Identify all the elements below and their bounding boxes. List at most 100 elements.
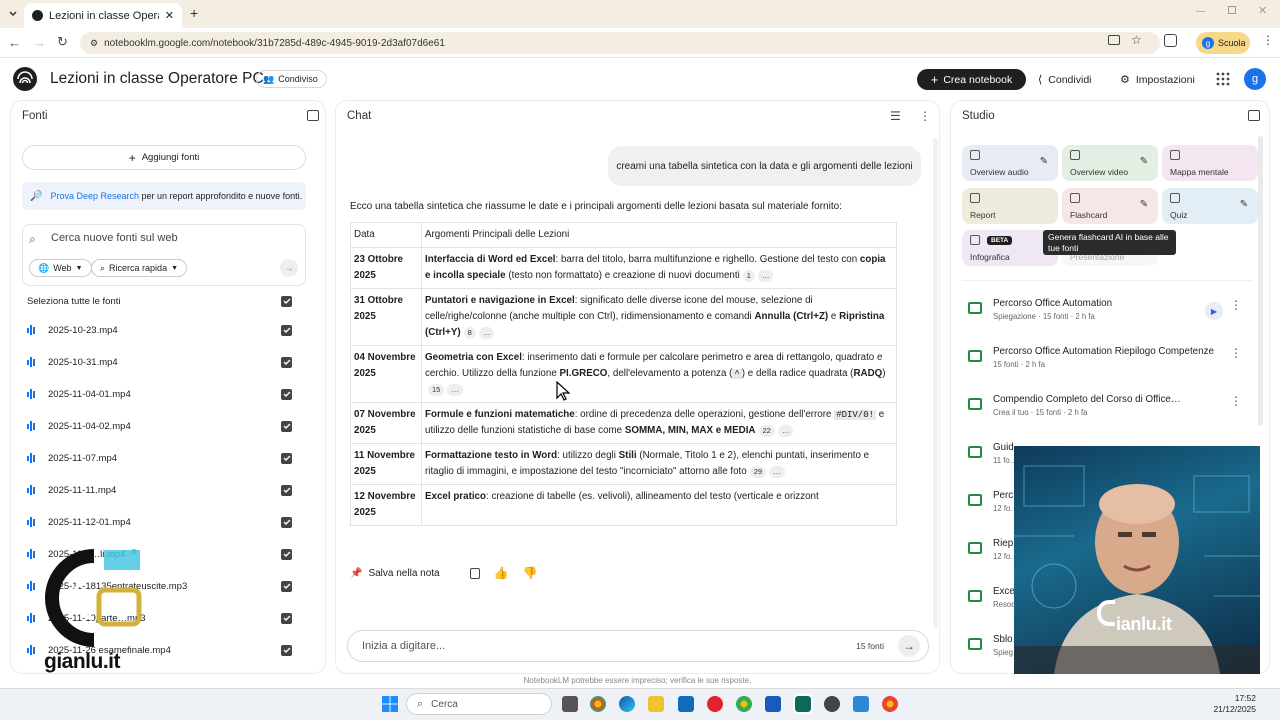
chrome-profile-icon[interactable]: [736, 696, 752, 712]
task-view-icon[interactable]: [562, 696, 578, 712]
copy-icon[interactable]: [469, 567, 480, 579]
word-icon[interactable]: [765, 696, 781, 712]
collapse-panel-icon[interactable]: [307, 110, 319, 121]
source-item[interactable]: 2025-10-31.mp4: [27, 352, 307, 372]
select-all-checkbox[interactable]: [281, 295, 292, 307]
select-all-row[interactable]: Seleziona tutte le fonti: [27, 291, 307, 311]
edit-pencil-icon[interactable]: ✎: [1238, 198, 1250, 210]
source-item[interactable]: 2025-11-04-02.mp4: [27, 416, 307, 436]
citation-badge[interactable]: 8: [463, 327, 476, 339]
opera-icon[interactable]: [707, 696, 723, 712]
video-overview-tile[interactable]: Overview video ✎: [1062, 145, 1158, 181]
collapse-studio-icon[interactable]: [1248, 110, 1260, 121]
chrome-alt-icon[interactable]: [882, 696, 898, 712]
submit-search-button[interactable]: →: [280, 259, 298, 277]
back-icon[interactable]: ←: [8, 35, 21, 50]
minimize-icon[interactable]: —: [1196, 6, 1206, 17]
notebooklm-logo-icon[interactable]: [13, 67, 37, 91]
address-bar[interactable]: ⚙ notebooklm.google.com/notebook/31b7285…: [80, 32, 1160, 54]
close-window-icon[interactable]: ✕: [1258, 4, 1267, 17]
edit-pencil-icon[interactable]: ✎: [1138, 198, 1150, 210]
source-checkbox[interactable]: [281, 644, 292, 656]
bookmark-star-icon[interactable]: ☆: [1131, 33, 1142, 47]
source-checkbox[interactable]: [281, 484, 292, 496]
source-checkbox[interactable]: [281, 612, 292, 624]
share-button[interactable]: ⟨ Condividi: [1032, 69, 1098, 90]
save-note-button[interactable]: 📌 Salva nella nota: [350, 568, 440, 579]
source-checkbox[interactable]: [281, 580, 292, 592]
note-menu-icon[interactable]: ⋮: [1230, 298, 1242, 312]
citation-badge[interactable]: 15: [428, 384, 445, 396]
note-menu-icon[interactable]: ⋮: [1230, 346, 1242, 360]
taskbar-search[interactable]: ⌕ Cerca: [406, 693, 552, 715]
source-item[interactable]: 2025-10-23.mp4: [27, 320, 307, 340]
source-item[interactable]: 2025-11-11.mp4: [27, 480, 307, 500]
edge-icon[interactable]: [619, 696, 635, 712]
add-sources-button[interactable]: + Aggiungi fonti: [22, 145, 306, 170]
maximize-icon[interactable]: [1228, 6, 1236, 14]
flashcard-tile[interactable]: Flashcard ✎: [1062, 188, 1158, 224]
source-checkbox[interactable]: [281, 516, 292, 528]
chrome-icon[interactable]: [590, 696, 606, 712]
play-icon[interactable]: ▶: [1205, 302, 1223, 320]
chat-input[interactable]: Inizia a digitare... 15 fonti →: [347, 630, 929, 662]
citation-badge[interactable]: 22: [758, 425, 775, 437]
profile-chip[interactable]: g Scuola: [1196, 32, 1250, 54]
quiz-tile[interactable]: Quiz ✎: [1162, 188, 1258, 224]
thumbs-down-icon[interactable]: 👎: [523, 566, 538, 580]
source-checkbox[interactable]: [281, 324, 292, 336]
source-checkbox[interactable]: [281, 420, 292, 432]
source-checkbox[interactable]: [281, 452, 292, 464]
site-info-icon[interactable]: ⚙: [90, 38, 98, 49]
close-tab-icon[interactable]: ✕: [165, 9, 174, 22]
web-chip[interactable]: 🌐 Web ▼: [29, 259, 92, 277]
forward-icon[interactable]: →: [33, 35, 46, 50]
notes-app-icon[interactable]: [793, 694, 813, 714]
citation-badge[interactable]: 1: [742, 270, 755, 282]
source-item[interactable]: 2025-11-12-01.mp4: [27, 512, 307, 532]
fast-search-chip[interactable]: ⌕ Ricerca rapida ▼: [91, 259, 188, 277]
file-explorer-icon[interactable]: [648, 696, 664, 712]
shared-badge[interactable]: 👥 Condiviso: [256, 70, 327, 88]
report-tile[interactable]: Report: [962, 188, 1058, 224]
source-item[interactable]: 2025-11-04-01.mp4: [27, 384, 307, 404]
new-tab-icon[interactable]: +: [190, 5, 198, 21]
audio-overview-tile[interactable]: Overview audio ✎: [962, 145, 1058, 181]
more-citations-badge[interactable]: …: [777, 425, 794, 437]
source-checkbox[interactable]: [281, 388, 292, 400]
studio-note-item[interactable]: Compendio Completo del Corso di Office… C…: [962, 394, 1252, 434]
apps-grid-icon[interactable]: [1216, 72, 1230, 86]
reload-icon[interactable]: ↻: [57, 34, 68, 50]
obs-icon[interactable]: [824, 696, 840, 712]
outlook-icon[interactable]: [678, 696, 694, 712]
more-citations-badge[interactable]: …: [478, 327, 495, 339]
thumbs-up-icon[interactable]: 👍: [494, 566, 509, 580]
source-item[interactable]: 2025-11-07.mp4: [27, 448, 307, 468]
studio-note-item[interactable]: Percorso Office Automation Riepilogo Com…: [962, 346, 1252, 386]
send-button[interactable]: →: [898, 635, 920, 657]
account-avatar[interactable]: g: [1244, 68, 1266, 90]
more-options-icon[interactable]: ⋮: [919, 109, 931, 123]
more-citations-badge[interactable]: …: [757, 270, 774, 282]
note-menu-icon[interactable]: ⋮: [1230, 394, 1242, 408]
mind-map-tile[interactable]: Mappa mentale: [1162, 145, 1258, 181]
source-checkbox[interactable]: [281, 356, 292, 368]
notebook-title[interactable]: Lezioni in classe Operatore PC: [50, 70, 264, 88]
citation-badge[interactable]: 29: [749, 466, 767, 478]
tune-icon[interactable]: ☰: [890, 109, 901, 123]
system-clock[interactable]: 17:52 21/12/2025: [1200, 693, 1256, 715]
settings-button[interactable]: ⚙ Impostazioni: [1114, 69, 1201, 90]
install-app-icon[interactable]: [1108, 35, 1120, 45]
windows-start-icon[interactable]: [382, 696, 398, 712]
studio-scrollbar[interactable]: [1258, 136, 1263, 426]
more-citations-badge[interactable]: …: [447, 384, 463, 396]
deep-research-link[interactable]: Prova Deep Research: [50, 191, 139, 201]
paint-icon[interactable]: [853, 696, 869, 712]
tab-list-icon[interactable]: [6, 7, 20, 21]
browser-menu-icon[interactable]: ⋮: [1262, 33, 1274, 47]
edit-pencil-icon[interactable]: ✎: [1038, 155, 1050, 167]
more-citations-badge[interactable]: …: [769, 466, 785, 478]
edit-pencil-icon[interactable]: ✎: [1138, 155, 1150, 167]
web-search-input[interactable]: Cerca nuove fonti sul web: [51, 232, 178, 244]
source-checkbox[interactable]: [281, 548, 292, 560]
